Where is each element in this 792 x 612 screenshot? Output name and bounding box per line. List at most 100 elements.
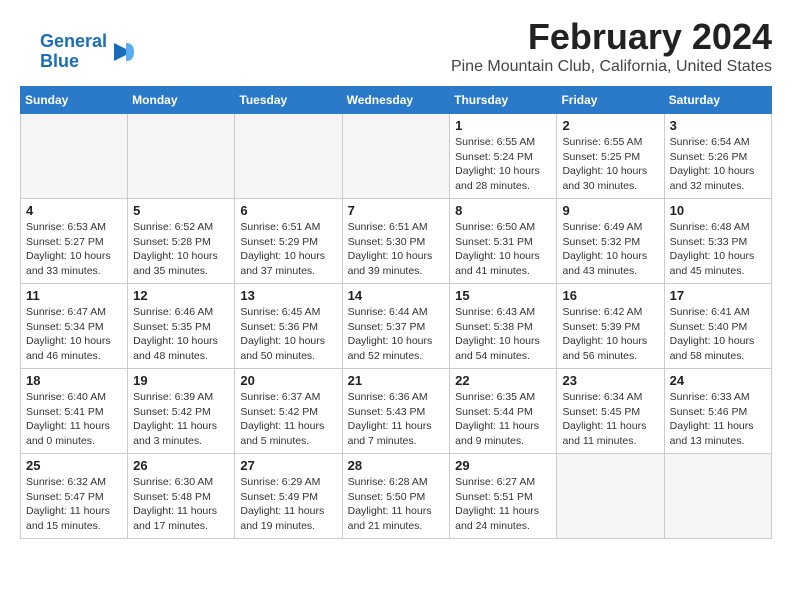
day-number: 5 <box>133 203 229 218</box>
day-header-sunday: Sunday <box>21 87 128 114</box>
cell-content: Sunrise: 6:53 AM Sunset: 5:27 PM Dayligh… <box>26 220 122 279</box>
calendar-table: SundayMondayTuesdayWednesdayThursdayFrid… <box>20 86 772 539</box>
calendar-cell <box>664 454 771 539</box>
day-number: 1 <box>455 118 551 133</box>
cell-content: Sunrise: 6:55 AM Sunset: 5:25 PM Dayligh… <box>562 135 658 194</box>
day-header-tuesday: Tuesday <box>235 87 342 114</box>
day-number: 7 <box>348 203 445 218</box>
calendar-cell: 11 Sunrise: 6:47 AM Sunset: 5:34 PM Dayli… <box>21 284 128 369</box>
cell-content: Sunrise: 6:40 AM Sunset: 5:41 PM Dayligh… <box>26 390 122 449</box>
calendar-cell: 17 Sunrise: 6:41 AM Sunset: 5:40 PM Dayli… <box>664 284 771 369</box>
calendar-cell: 12 Sunrise: 6:46 AM Sunset: 5:35 PM Dayli… <box>128 284 235 369</box>
cell-content: Sunrise: 6:33 AM Sunset: 5:46 PM Dayligh… <box>670 390 766 449</box>
cell-content: Sunrise: 6:35 AM Sunset: 5:44 PM Dayligh… <box>455 390 551 449</box>
cell-content: Sunrise: 6:43 AM Sunset: 5:38 PM Dayligh… <box>455 305 551 364</box>
cell-content: Sunrise: 6:49 AM Sunset: 5:32 PM Dayligh… <box>562 220 658 279</box>
cell-content: Sunrise: 6:47 AM Sunset: 5:34 PM Dayligh… <box>26 305 122 364</box>
day-number: 29 <box>455 458 551 473</box>
calendar-cell: 23 Sunrise: 6:34 AM Sunset: 5:45 PM Dayli… <box>557 369 664 454</box>
day-number: 21 <box>348 373 445 388</box>
logo-icon <box>112 41 134 63</box>
calendar-cell: 2 Sunrise: 6:55 AM Sunset: 5:25 PM Daylig… <box>557 114 664 199</box>
day-header-thursday: Thursday <box>450 87 557 114</box>
day-number: 6 <box>240 203 336 218</box>
logo-line2: Blue <box>40 52 107 72</box>
calendar-cell: 29 Sunrise: 6:27 AM Sunset: 5:51 PM Dayli… <box>450 454 557 539</box>
cell-content: Sunrise: 6:45 AM Sunset: 5:36 PM Dayligh… <box>240 305 336 364</box>
calendar-cell <box>21 114 128 199</box>
cell-content: Sunrise: 6:54 AM Sunset: 5:26 PM Dayligh… <box>670 135 766 194</box>
cell-content: Sunrise: 6:55 AM Sunset: 5:24 PM Dayligh… <box>455 135 551 194</box>
cell-content: Sunrise: 6:34 AM Sunset: 5:45 PM Dayligh… <box>562 390 658 449</box>
day-number: 26 <box>133 458 229 473</box>
calendar-week-1: 1 Sunrise: 6:55 AM Sunset: 5:24 PM Daylig… <box>21 114 772 199</box>
calendar-cell: 19Sunrise: 6:39 AM Sunset: 5:42 PM Dayli… <box>128 369 235 454</box>
cell-content: Sunrise: 6:52 AM Sunset: 5:28 PM Dayligh… <box>133 220 229 279</box>
day-header-friday: Friday <box>557 87 664 114</box>
day-number: 22 <box>455 373 551 388</box>
cell-content: Sunrise: 6:27 AM Sunset: 5:51 PM Dayligh… <box>455 475 551 534</box>
day-number: 19 <box>133 373 229 388</box>
day-number: 10 <box>670 203 766 218</box>
calendar-cell: 22 Sunrise: 6:35 AM Sunset: 5:44 PM Dayli… <box>450 369 557 454</box>
calendar-week-5: 25Sunrise: 6:32 AM Sunset: 5:47 PM Dayli… <box>21 454 772 539</box>
day-header-wednesday: Wednesday <box>342 87 450 114</box>
calendar-cell: 26Sunrise: 6:30 AM Sunset: 5:48 PM Dayli… <box>128 454 235 539</box>
day-number: 20 <box>240 373 336 388</box>
day-number: 17 <box>670 288 766 303</box>
cell-content: Sunrise: 6:29 AM Sunset: 5:49 PM Dayligh… <box>240 475 336 534</box>
calendar-body: 1 Sunrise: 6:55 AM Sunset: 5:24 PM Daylig… <box>21 114 772 539</box>
day-number: 24 <box>670 373 766 388</box>
day-number: 16 <box>562 288 658 303</box>
day-number: 9 <box>562 203 658 218</box>
calendar-cell: 25Sunrise: 6:32 AM Sunset: 5:47 PM Dayli… <box>21 454 128 539</box>
cell-content: Sunrise: 6:41 AM Sunset: 5:40 PM Dayligh… <box>670 305 766 364</box>
calendar-cell: 1 Sunrise: 6:55 AM Sunset: 5:24 PM Daylig… <box>450 114 557 199</box>
calendar-cell <box>557 454 664 539</box>
calendar-week-2: 4 Sunrise: 6:53 AM Sunset: 5:27 PM Daylig… <box>21 199 772 284</box>
calendar-cell: 9 Sunrise: 6:49 AM Sunset: 5:32 PM Daylig… <box>557 199 664 284</box>
cell-content: Sunrise: 6:46 AM Sunset: 5:35 PM Dayligh… <box>133 305 229 364</box>
calendar-header-row: SundayMondayTuesdayWednesdayThursdayFrid… <box>21 87 772 114</box>
calendar-cell: 18Sunrise: 6:40 AM Sunset: 5:41 PM Dayli… <box>21 369 128 454</box>
calendar-cell: 4 Sunrise: 6:53 AM Sunset: 5:27 PM Daylig… <box>21 199 128 284</box>
day-number: 8 <box>455 203 551 218</box>
calendar-cell: 10Sunrise: 6:48 AM Sunset: 5:33 PM Dayli… <box>664 199 771 284</box>
calendar-cell: 3 Sunrise: 6:54 AM Sunset: 5:26 PM Daylig… <box>664 114 771 199</box>
calendar-cell: 14Sunrise: 6:44 AM Sunset: 5:37 PM Dayli… <box>342 284 450 369</box>
calendar-cell: 5 Sunrise: 6:52 AM Sunset: 5:28 PM Daylig… <box>128 199 235 284</box>
day-number: 15 <box>455 288 551 303</box>
day-header-saturday: Saturday <box>664 87 771 114</box>
cell-content: Sunrise: 6:37 AM Sunset: 5:42 PM Dayligh… <box>240 390 336 449</box>
day-number: 25 <box>26 458 122 473</box>
cell-content: Sunrise: 6:28 AM Sunset: 5:50 PM Dayligh… <box>348 475 445 534</box>
calendar-cell: 15 Sunrise: 6:43 AM Sunset: 5:38 PM Dayli… <box>450 284 557 369</box>
calendar-cell: 24 Sunrise: 6:33 AM Sunset: 5:46 PM Dayli… <box>664 369 771 454</box>
calendar-cell <box>342 114 450 199</box>
day-number: 12 <box>133 288 229 303</box>
day-number: 13 <box>240 288 336 303</box>
day-number: 2 <box>562 118 658 133</box>
cell-content: Sunrise: 6:36 AM Sunset: 5:43 PM Dayligh… <box>348 390 445 449</box>
calendar-cell: 20 Sunrise: 6:37 AM Sunset: 5:42 PM Dayli… <box>235 369 342 454</box>
cell-content: Sunrise: 6:42 AM Sunset: 5:39 PM Dayligh… <box>562 305 658 364</box>
logo: General Blue <box>40 32 134 72</box>
logo-line1: General <box>40 32 107 52</box>
cell-content: Sunrise: 6:51 AM Sunset: 5:29 PM Dayligh… <box>240 220 336 279</box>
calendar-cell: 7 Sunrise: 6:51 AM Sunset: 5:30 PM Daylig… <box>342 199 450 284</box>
cell-content: Sunrise: 6:50 AM Sunset: 5:31 PM Dayligh… <box>455 220 551 279</box>
calendar-cell: 16 Sunrise: 6:42 AM Sunset: 5:39 PM Dayli… <box>557 284 664 369</box>
day-number: 14 <box>348 288 445 303</box>
day-number: 4 <box>26 203 122 218</box>
day-number: 28 <box>348 458 445 473</box>
calendar-cell: 27Sunrise: 6:29 AM Sunset: 5:49 PM Dayli… <box>235 454 342 539</box>
day-number: 23 <box>562 373 658 388</box>
day-number: 11 <box>26 288 122 303</box>
calendar-cell: 6 Sunrise: 6:51 AM Sunset: 5:29 PM Daylig… <box>235 199 342 284</box>
calendar-cell: 8 Sunrise: 6:50 AM Sunset: 5:31 PM Daylig… <box>450 199 557 284</box>
calendar-cell: 28 Sunrise: 6:28 AM Sunset: 5:50 PM Dayli… <box>342 454 450 539</box>
calendar-week-4: 18Sunrise: 6:40 AM Sunset: 5:41 PM Dayli… <box>21 369 772 454</box>
cell-content: Sunrise: 6:51 AM Sunset: 5:30 PM Dayligh… <box>348 220 445 279</box>
day-number: 3 <box>670 118 766 133</box>
day-header-monday: Monday <box>128 87 235 114</box>
